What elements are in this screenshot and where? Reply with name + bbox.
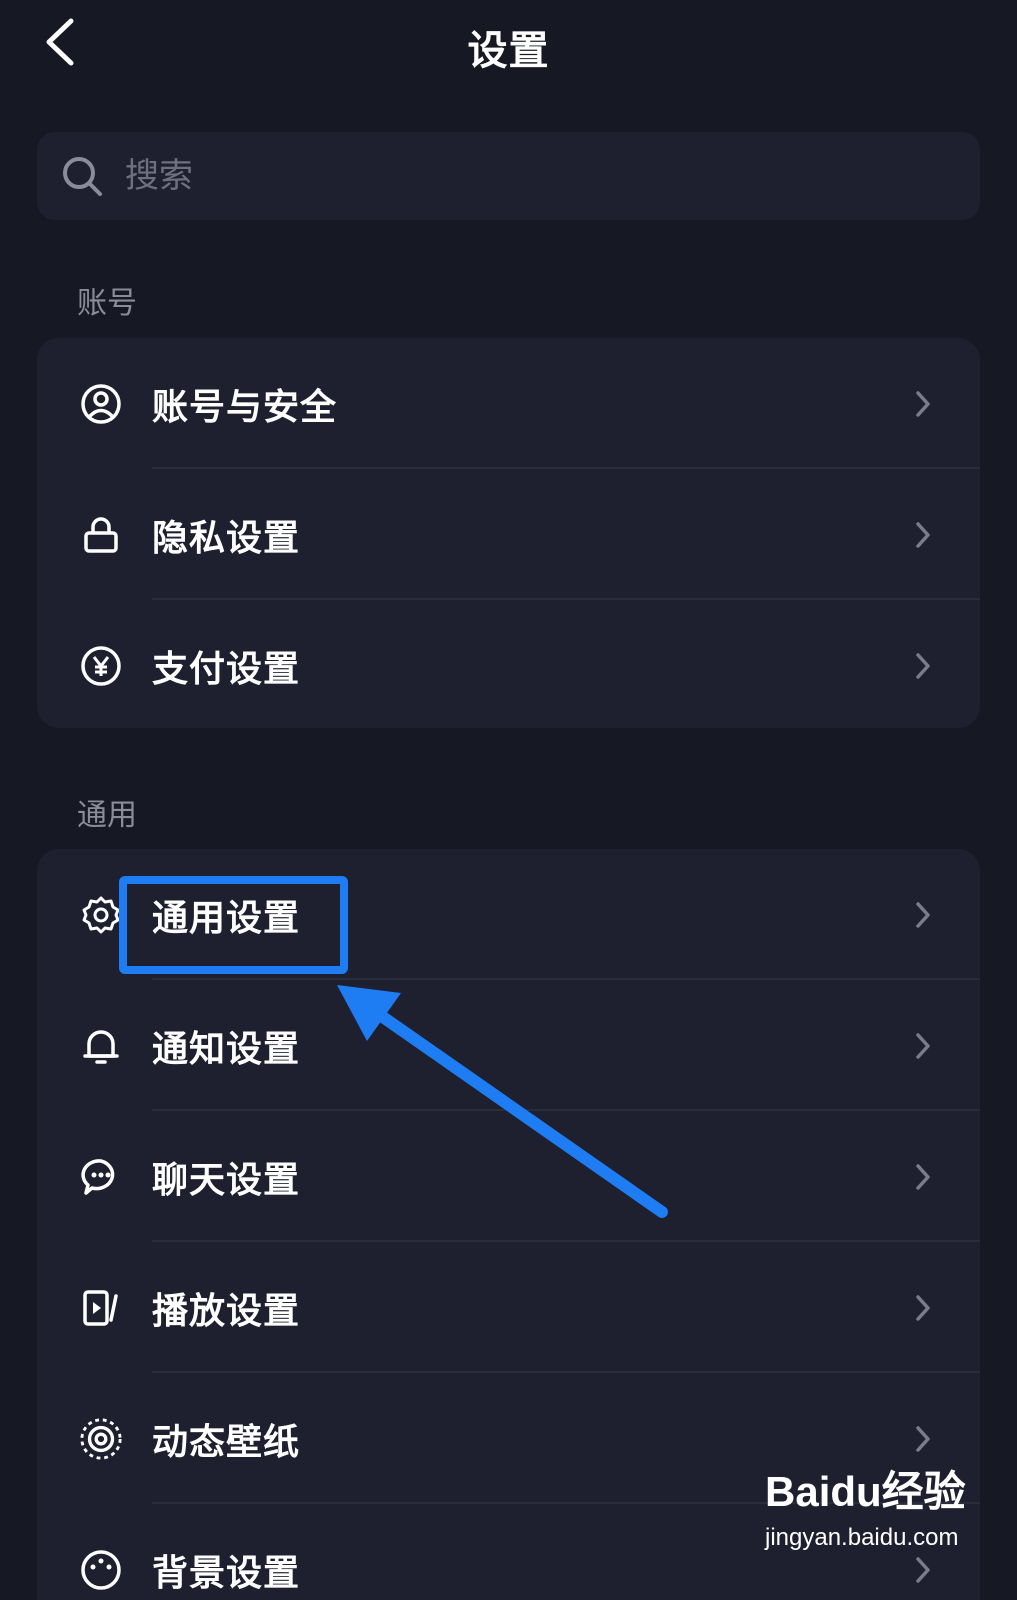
chat-bubble-icon — [79, 1155, 123, 1199]
settings-item-label: 动态壁纸 — [152, 1421, 301, 1463]
yen-circle-icon — [79, 644, 123, 688]
settings-item-playback[interactable]: 播放设置 — [37, 1242, 980, 1373]
settings-item-general[interactable]: 通用设置 — [37, 849, 980, 980]
bell-icon — [79, 1024, 123, 1068]
chevron-right-icon — [911, 1030, 935, 1062]
chevron-right-icon — [911, 1423, 935, 1455]
palette-icon — [79, 1548, 123, 1592]
gear-icon — [79, 893, 123, 937]
watermark-brand: Baidu经验 — [765, 1468, 966, 1515]
settings-item-label: 账号与安全 — [152, 386, 338, 428]
dynamic-wallpaper-icon — [79, 1417, 123, 1461]
baidu-watermark: Baidu经验 jingyan.baidu.com — [765, 1458, 985, 1588]
settings-item-label: 通知设置 — [152, 1028, 301, 1070]
settings-item-label: 播放设置 — [152, 1290, 301, 1332]
section-title-general: 通用 — [77, 798, 137, 833]
settings-item-label: 通用设置 — [152, 897, 301, 939]
settings-item-notifications[interactable]: 通知设置 — [37, 980, 980, 1111]
section-title-account: 账号 — [77, 286, 137, 321]
settings-item-label: 支付设置 — [152, 648, 301, 690]
page-title: 设置 — [467, 28, 550, 74]
search-icon — [63, 157, 102, 196]
settings-page: 设置 账号 账号与安全 — [0, 0, 1017, 1600]
search-input[interactable] — [123, 155, 907, 197]
chevron-right-icon — [911, 899, 935, 931]
play-screen-icon — [79, 1286, 123, 1330]
settings-item-privacy[interactable]: 隐私设置 — [37, 469, 980, 600]
person-circle-icon — [79, 382, 123, 426]
settings-item-chat[interactable]: 聊天设置 — [37, 1111, 980, 1242]
search-bar[interactable] — [37, 132, 980, 220]
settings-item-account-security[interactable]: 账号与安全 — [37, 338, 980, 469]
account-settings-card: 账号与安全 隐私设置 支付设置 — [37, 338, 980, 728]
chevron-right-icon — [911, 1161, 935, 1193]
watermark-url: jingyan.baidu.com — [765, 1524, 959, 1551]
settings-item-label: 聊天设置 — [152, 1159, 301, 1201]
chevron-right-icon — [911, 1292, 935, 1324]
settings-item-label: 背景设置 — [152, 1552, 301, 1594]
settings-item-payment[interactable]: 支付设置 — [37, 600, 980, 728]
top-bar: 设置 — [0, 0, 1017, 90]
chevron-right-icon — [911, 650, 935, 682]
chevron-right-icon — [911, 388, 935, 420]
settings-item-label: 隐私设置 — [152, 517, 301, 559]
chevron-right-icon — [911, 519, 935, 551]
lock-icon — [79, 513, 123, 557]
